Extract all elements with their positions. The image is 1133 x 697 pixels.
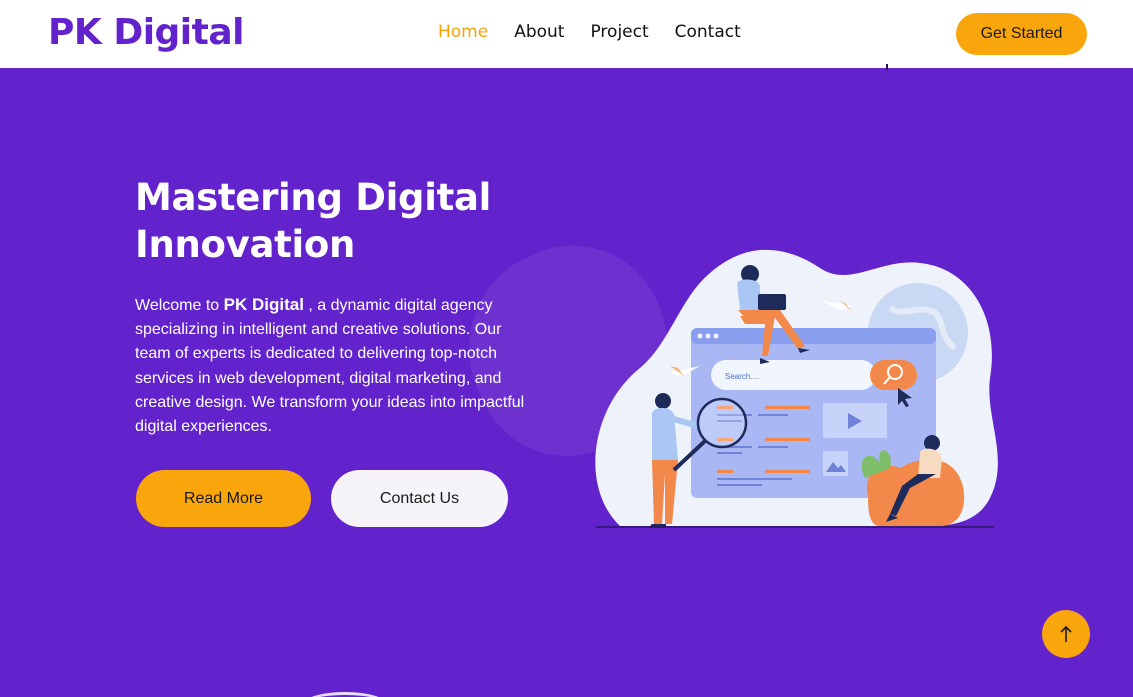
hero-title: Mastering Digital Innovation xyxy=(135,174,555,268)
hero-title-line2: Innovation xyxy=(135,223,356,266)
scroll-to-top-button[interactable] xyxy=(1042,610,1090,658)
hero-illustration: Search.... xyxy=(595,249,998,528)
image-placeholder-icon xyxy=(823,451,848,476)
hero-description: Welcome to PK Digital , a dynamic digita… xyxy=(135,293,535,439)
nav-link-project[interactable]: Project xyxy=(590,22,648,42)
nav-link-home[interactable]: Home xyxy=(438,22,488,42)
hero-title-line1: Mastering Digital xyxy=(135,176,492,219)
hero-desc-body: , a dynamic digital agency specializing … xyxy=(135,297,525,436)
nav-link-about[interactable]: About xyxy=(514,22,564,42)
decorative-arc xyxy=(300,692,390,697)
navbar: PK Digital Home About Project Contact Ge… xyxy=(0,0,1133,68)
nav-link-contact[interactable]: Contact xyxy=(675,22,741,42)
arrow-up-icon xyxy=(1060,625,1072,642)
nav-divider-mark xyxy=(886,64,888,70)
brand-logo[interactable]: PK Digital xyxy=(48,12,245,53)
hero-desc-brand: PK Digital xyxy=(223,295,304,314)
contact-us-button[interactable]: Contact Us xyxy=(331,470,508,527)
magnifier-icon xyxy=(696,397,748,449)
hero-desc-prefix: Welcome to xyxy=(135,297,220,314)
main-nav: Home About Project Contact xyxy=(438,22,767,42)
read-more-button[interactable]: Read More xyxy=(136,470,311,527)
get-started-button[interactable]: Get Started xyxy=(956,13,1087,55)
illustration-search-placeholder: Search.... xyxy=(725,372,759,381)
